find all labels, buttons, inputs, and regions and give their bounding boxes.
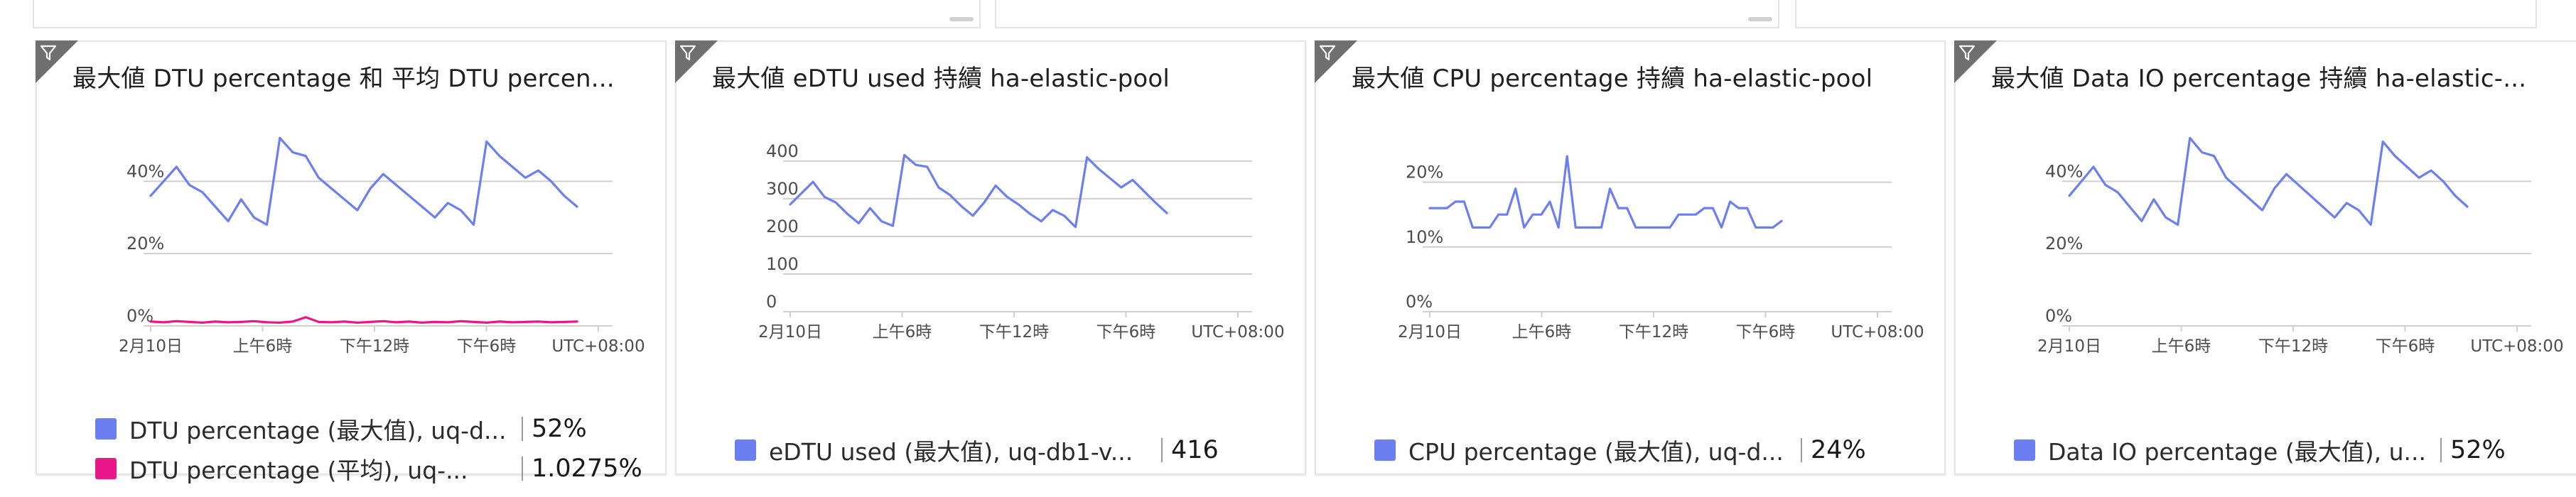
metric-tile-cpu[interactable]: 最大値 CPU percentage 持續 ha-elastic-pool 0%… [1315,40,1946,475]
x-tick-label: 上午6時 [2152,337,2211,356]
resize-handle[interactable] [949,17,974,21]
legend-divider [2440,438,2442,462]
x-tick-label: 2月10日 [119,337,183,356]
legend-divider [1801,438,1802,462]
metric-tile-dtu[interactable]: 最大値 DTU percentage 和 平均 DTU percen... 0%… [36,40,667,484]
x-tick-label: UTC+08:00 [1831,323,1924,342]
x-tick-label: 下午12時 [340,337,409,356]
y-tick-label: 20% [2045,234,2083,253]
x-tick-label: 下午6時 [1096,323,1156,342]
series-line [1428,155,1783,229]
y-tick-label: 20% [1406,163,1443,182]
y-tick-label: 200 [766,217,799,236]
x-tick-label: 下午6時 [1736,323,1796,342]
upper-tile-right[interactable] [1795,0,2537,28]
legend-item[interactable]: DTU percentage (平均), uq-... 1.0275% [95,451,650,486]
x-tick-label: 上午6時 [233,337,293,356]
legend-item[interactable]: eDTU used (最大值), uq-db1-v... 416 [735,432,1289,468]
legend-item[interactable]: Data IO percentage (最大值), u... 52% [2014,432,2568,468]
line-chart: 0 100 200 300 400 2月10日 上午6時 下午12時 下午6時 UTC+08:00 [758,141,1285,342]
legend-series-value: 24% [1811,436,1866,464]
y-tick-label: 300 [766,179,799,199]
x-tick-label: 下午12時 [1619,323,1688,342]
x-tick-label: UTC+08:00 [2470,337,2563,356]
y-tick-label: 0% [126,306,153,326]
line-chart: 0% 20% 40% 2月10日 上午6時 下午12時 下午6時 UTC+08:00 [2037,136,2564,356]
y-tick-label: 0% [2045,306,2072,326]
x-tick-label: 2月10日 [1398,323,1462,342]
y-tick-label: 0 [766,292,777,312]
metric-tile-data-io[interactable]: 最大値 Data IO percentage 持續 ha-elastic-...… [1954,40,2576,475]
x-tick-label: 上午6時 [873,323,932,342]
y-tick-label: 10% [1406,227,1443,247]
legend-series-name: DTU percentage (平均), uq-... [129,457,468,484]
x-tick-label: 2月10日 [2037,337,2101,356]
legend-series-value: 52% [532,415,587,443]
legend-swatch [95,458,117,479]
resize-handle[interactable] [1748,17,1772,21]
y-tick-label: 40% [126,161,164,181]
legend-swatch [735,439,756,461]
series-line [789,153,1168,229]
y-tick-label: 40% [2045,161,2083,181]
x-tick-label: 下午6時 [2376,337,2435,356]
legend-swatch [1374,439,1396,461]
legend-swatch [2014,439,2035,461]
legend-series-name: eDTU used (最大值), uq-db1-v... [769,438,1133,466]
legend-series-value: 1.0275% [532,454,642,483]
upper-tile-middle[interactable] [995,0,1779,28]
legend-divider [1161,438,1163,462]
line-chart: 0% 10% 20% 2月10日 上午6時 下午12時 下午6時 UTC+08:00 [1398,155,1924,342]
x-tick-label: 下午6時 [457,337,517,356]
y-tick-label: 0% [1406,292,1433,312]
legend-item[interactable]: DTU percentage (最大值), uq-d... 52% [95,411,650,447]
y-tick-label: 400 [766,141,799,161]
y-tick-label: 100 [766,254,799,274]
y-tick-label: 20% [126,234,164,253]
line-chart: 0% 20% 40% 2月10日 上午6時 下午12時 下午6時 UTC+08:00 [119,136,645,356]
dashboard-screen: 最大値 DTU percentage 和 平均 DTU percen... 0%… [0,0,2576,497]
legend-divider [522,457,523,481]
legend-series-value: 416 [1171,436,1219,464]
upper-tile-left[interactable] [33,0,981,28]
legend-series-name: DTU percentage (最大值), uq-d... [129,417,507,444]
x-tick-label: 下午12時 [2258,337,2328,356]
series-line [149,316,578,324]
legend-item[interactable]: CPU percentage (最大值), uq-d... 24% [1374,432,1929,468]
legend-swatch [95,418,117,439]
x-tick-label: 下午12時 [979,323,1049,342]
x-tick-label: UTC+08:00 [551,337,645,356]
legend-series-name: Data IO percentage (最大值), u... [2048,438,2426,466]
metric-tile-edtu[interactable]: 最大値 eDTU used 持續 ha-elastic-pool 0 100 200… [675,40,1306,475]
legend-divider [522,417,523,441]
x-tick-label: 上午6時 [1512,323,1572,342]
x-tick-label: 2月10日 [758,323,822,342]
legend-series-name: CPU percentage (最大值), uq-d... [1408,438,1784,466]
x-tick-label: UTC+08:00 [1191,323,1284,342]
legend-series-value: 52% [2450,436,2506,464]
upper-tiles-strip [33,0,2537,28]
